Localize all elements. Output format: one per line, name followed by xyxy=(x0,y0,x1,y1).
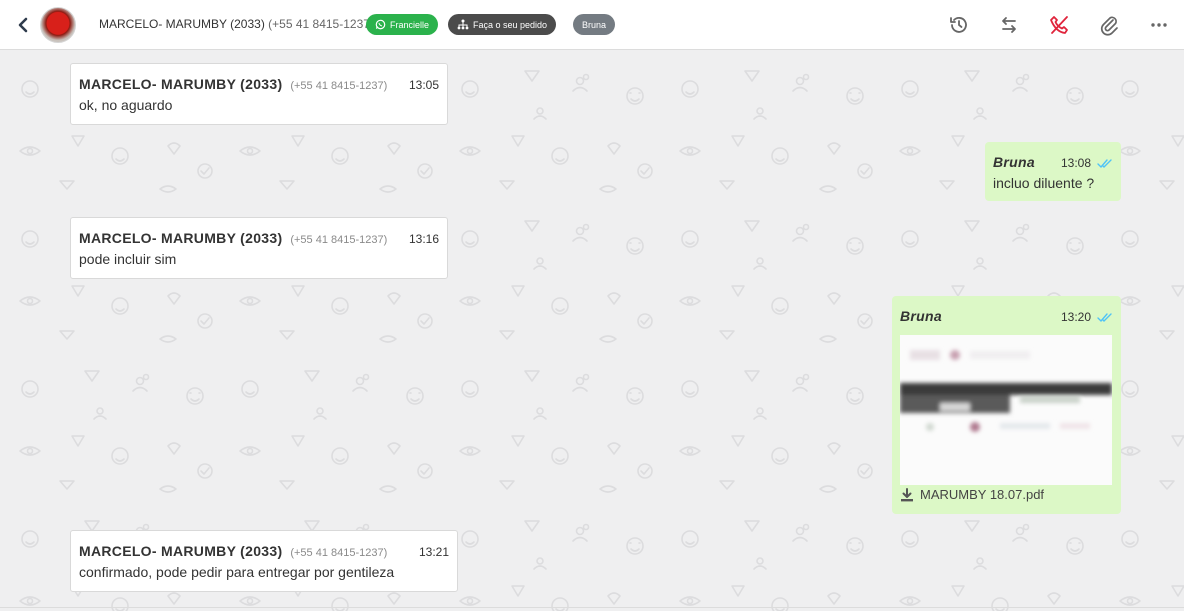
avatar[interactable] xyxy=(40,7,76,43)
message-meta: MARCELO- MARUMBY (2033) (+55 41 8415-123… xyxy=(79,230,439,248)
message-sender: MARCELO- MARUMBY (2033) xyxy=(79,230,283,246)
back-arrow-icon[interactable] xyxy=(13,14,33,36)
message-incoming[interactable]: MARCELO- MARUMBY (2033) (+55 41 8415-123… xyxy=(70,530,458,592)
message-time: 13:08 xyxy=(1060,156,1091,170)
contact-title: MARCELO- MARUMBY (2033) (+55 41 8415-123… xyxy=(99,17,374,31)
tag-label: Bruna xyxy=(582,19,607,30)
contact-name: MARCELO- MARUMBY (2033) xyxy=(99,17,265,31)
message-sender-phone: (+55 41 8415-1237) xyxy=(290,547,388,559)
chat-header: MARCELO- MARUMBY (2033) (+55 41 8415-123… xyxy=(0,0,1184,50)
read-receipt-icon xyxy=(1097,159,1112,169)
message-sender-phone: (+55 41 8415-1237) xyxy=(290,234,388,246)
message-text: incluo diluente ? xyxy=(993,175,1095,191)
message-outgoing-attachment[interactable]: Bruna 13:20 MARUMBY 18.07.pdf xyxy=(892,296,1121,514)
message-text: confirmado, pode pedir para entregar por… xyxy=(79,564,395,580)
end-call-icon[interactable] xyxy=(1047,13,1071,37)
message-text: ok, no aguardo xyxy=(79,97,173,113)
message-meta: MARCELO- MARUMBY (2033) (+55 41 8415-123… xyxy=(79,543,449,561)
tag-label: Faça o seu pedido xyxy=(473,19,548,30)
tag-bruna[interactable]: Bruna xyxy=(573,14,616,35)
message-time: 13:16 xyxy=(408,232,439,246)
message-sender: Bruna xyxy=(900,308,942,324)
message-outgoing[interactable]: Bruna 13:08 incluo diluente ? xyxy=(985,142,1121,201)
message-meta: MARCELO- MARUMBY (2033) (+55 41 8415-123… xyxy=(79,76,439,94)
download-icon xyxy=(901,487,913,501)
messages-area[interactable]: MARCELO- MARUMBY (2033) (+55 41 8415-123… xyxy=(0,51,1184,611)
message-text: pode incluir sim xyxy=(79,251,177,267)
tag-label: Francielle xyxy=(390,19,430,30)
transfer-icon[interactable] xyxy=(997,13,1021,37)
message-meta: Bruna 13:20 xyxy=(900,308,1113,326)
attachment-download-link[interactable]: MARUMBY 18.07.pdf xyxy=(900,487,1044,502)
message-sender: Bruna xyxy=(993,154,1035,170)
pdf-preview-thumbnail[interactable] xyxy=(900,335,1112,485)
attachment-filename: MARUMBY 18.07.pdf xyxy=(920,487,1045,502)
contact-phone: (+55 41 8415-1237) xyxy=(268,17,374,31)
message-time: 13:05 xyxy=(408,78,439,92)
message-meta: Bruna 13:08 xyxy=(993,154,1113,172)
message-incoming[interactable]: MARCELO- MARUMBY (2033) (+55 41 8415-123… xyxy=(70,63,448,125)
message-sender: MARCELO- MARUMBY (2033) xyxy=(79,543,283,559)
tag-francielle[interactable]: Francielle xyxy=(366,14,439,35)
tag-faca-o-seu-pedido[interactable]: Faça o seu pedido xyxy=(448,14,557,35)
sitemap-icon xyxy=(457,19,469,30)
message-sender: MARCELO- MARUMBY (2033) xyxy=(79,76,283,92)
history-icon[interactable] xyxy=(947,13,971,37)
message-incoming[interactable]: MARCELO- MARUMBY (2033) (+55 41 8415-123… xyxy=(70,217,448,279)
composer-divider xyxy=(0,607,1184,608)
message-time: 13:21 xyxy=(418,545,449,559)
message-time: 13:20 xyxy=(1060,310,1091,324)
more-icon[interactable] xyxy=(1147,13,1171,37)
whatsapp-icon xyxy=(375,19,386,30)
attach-icon[interactable] xyxy=(1097,13,1121,37)
message-sender-phone: (+55 41 8415-1237) xyxy=(290,80,388,92)
read-receipt-icon xyxy=(1097,313,1112,323)
